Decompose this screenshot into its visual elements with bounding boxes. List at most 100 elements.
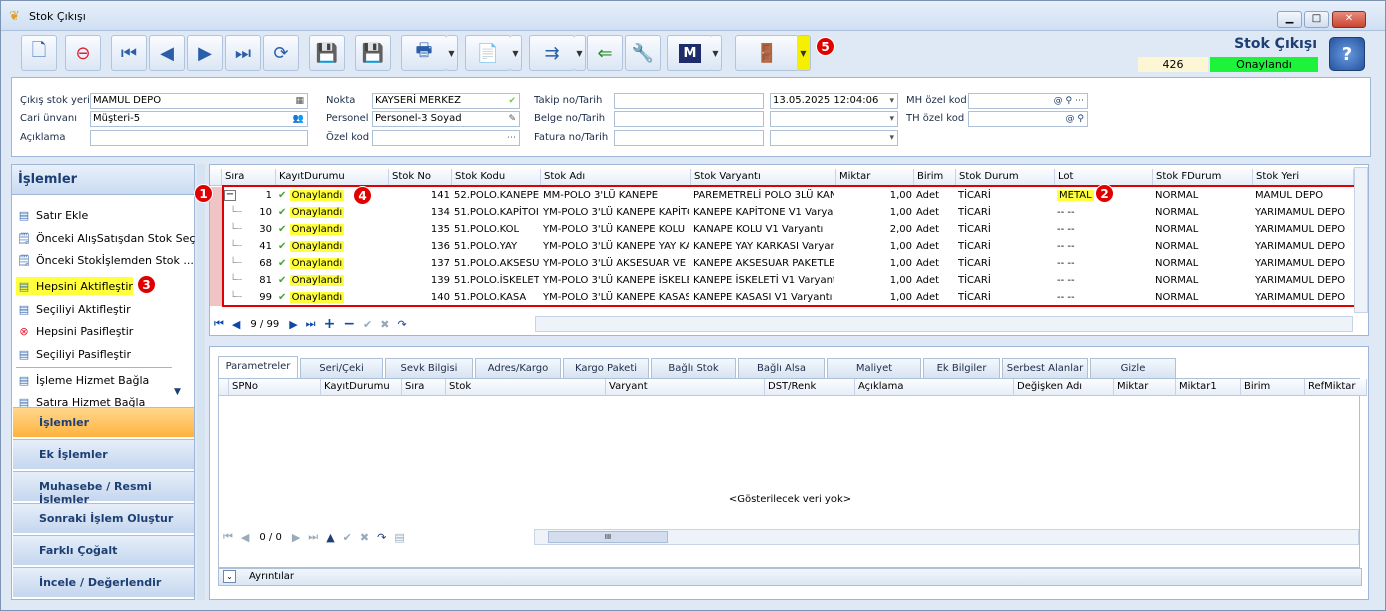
nav-islemler-button[interactable]: İşlemler [13,407,194,437]
tab-adres-kargo[interactable]: Adres/Kargo [475,358,561,378]
redo-icon[interactable]: ↷ [397,318,406,331]
chevron-down-icon[interactable]: ▾ [889,131,894,145]
detail-column-header[interactable]: Miktar [1114,379,1176,396]
fatura-no-field[interactable] [614,130,764,146]
first-record-button[interactable]: ⏮ [111,35,147,71]
panel-item-hepsini-pasiflestir[interactable]: ⊗ Hepsini Pasifleştir [16,322,133,340]
column-header[interactable]: Stok Yeri [1253,169,1354,186]
details-footer[interactable]: ⌄ Ayrıntılar [218,568,1362,586]
grid-vertical-scrollbar[interactable] [1354,167,1368,313]
close-button[interactable]: ✕ [1332,11,1366,28]
export-pdf-button[interactable]: 📄 [465,35,511,71]
at-icon[interactable]: @ ⚲ ⋯ [1054,94,1084,108]
column-header[interactable]: Miktar [836,169,914,186]
next-page-icon[interactable]: ▶ [292,531,300,544]
scroll-thumb[interactable]: III [548,531,668,543]
cancel-icon[interactable]: ✖ [360,531,369,544]
column-header[interactable]: KayıtDurumu [276,169,389,186]
confirm-icon[interactable]: ✔ [343,531,352,544]
nokta-field[interactable]: KAYSERİ MERKEZ ✔ [372,93,520,109]
mh-ozel-kod-field[interactable]: @ ⚲ ⋯ [968,93,1088,109]
transfer-button[interactable]: ⇉ [529,35,575,71]
detail-column-header[interactable]: Stok [446,379,606,396]
last-record-button[interactable]: ⏭ [225,35,261,71]
tab-ek-bilgiler[interactable]: Ek Bilgiler [923,358,1000,378]
ellipsis-icon[interactable]: ⋯ [507,131,516,145]
people-icon[interactable]: 👥 [293,112,304,126]
column-header[interactable]: Stok No [389,169,452,186]
column-header[interactable]: Sıra [222,169,276,186]
detail-column-header[interactable]: RefMiktar [1305,379,1367,396]
column-header[interactable]: Stok FDurum [1153,169,1253,186]
detail-column-header[interactable]: Miktar1 [1176,379,1241,396]
cikis-stok-yeri-field[interactable]: MAMUL DEPO ▦ [90,93,308,109]
m-dropdown[interactable]: ▼ [710,35,722,71]
maximize-button[interactable]: □ [1304,11,1329,28]
tab-parametreler[interactable]: Parametreler [218,356,298,378]
cari-unvani-field[interactable]: Müşteri-5 👥 [90,111,308,127]
nav-incele-button[interactable]: İncele / Değerlendir [13,567,194,597]
export-pdf-dropdown[interactable]: ▼ [510,35,522,71]
add-row-icon[interactable]: + [324,316,336,332]
column-header[interactable]: Birim [914,169,956,186]
previous-record-button[interactable]: ◀ [149,35,185,71]
delete-document-button[interactable]: ⊖ [65,35,101,71]
first-page-icon[interactable]: ⏮ [214,317,224,331]
column-header[interactable]: Stok Kodu [452,169,541,186]
check-icon[interactable]: ✔ [508,94,516,108]
panel-item-satir-ekle[interactable]: ▤ Satır Ekle [16,206,88,224]
takip-no-field[interactable] [614,93,764,109]
detail-column-header[interactable]: Değişken Adı [1014,379,1114,396]
tab-maliyet[interactable]: Maliyet [827,358,921,378]
takip-tarih-field[interactable]: 13.05.2025 12:04:06 ▾ [770,93,898,109]
move-up-icon[interactable]: ▲ [326,531,334,544]
next-page-icon[interactable]: ▶ [289,318,297,331]
nav-muhasebe-button[interactable]: Muhasebe / Resmi İşlemler [13,471,194,506]
detail-column-header[interactable]: Birim [1241,379,1305,396]
ozel-kod-field[interactable]: ⋯ [372,130,520,146]
tools-button[interactable]: 🔧 [625,35,661,71]
confirm-icon[interactable]: ✔ [363,318,372,331]
prev-page-icon[interactable]: ◀ [232,318,240,331]
lookup-icon[interactable]: ▦ [295,94,304,108]
next-record-button[interactable]: ▶ [187,35,223,71]
prev-page-icon[interactable]: ◀ [241,531,249,544]
panel-item-isleme-hizmet-bagla[interactable]: ▤ İşleme Hizmet Bağla [16,371,149,389]
detail-horizontal-scrollbar[interactable]: III [534,529,1359,545]
at-icon[interactable]: @ ⚲ [1066,112,1084,126]
panel-item-seciliyi-pasiflestir[interactable]: ▤ Seçiliyi Pasifleştir [16,345,131,363]
detail-column-header[interactable]: Açıklama [855,379,1014,396]
panel-item-hepsini-aktiflestir[interactable]: ▤ Hepsini Aktifleştir [16,277,133,295]
exit-button[interactable]: 🚪 [735,35,799,71]
th-ozel-kod-field[interactable]: @ ⚲ [968,111,1088,127]
refresh-button[interactable]: ⟳ [263,35,299,71]
nav-farkli-cogalt-button[interactable]: Farklı Çoğalt [13,535,194,565]
panel-scroll-down-icon[interactable]: ▼ [174,387,181,397]
detail-column-header[interactable]: Sıra [402,379,446,396]
fatura-tarih-field[interactable]: ▾ [770,130,898,146]
personel-field[interactable]: Personel-3 Soyad ✎ [372,111,520,127]
edit-icon[interactable]: ✎ [508,112,516,126]
belge-no-field[interactable] [614,111,764,127]
m-button[interactable]: M [667,35,713,71]
tab-serbest-alanlar[interactable]: Serbest Alanlar [1002,358,1088,378]
save-approve-button[interactable]: 💾 [309,35,345,71]
minimize-button[interactable]: ▁ [1277,11,1302,28]
splitter[interactable] [197,164,205,600]
nav-ek-islemler-button[interactable]: Ek İşlemler [13,439,194,469]
last-page-icon[interactable]: ⏭ [306,317,316,331]
column-header[interactable]: Stok Durum [956,169,1055,186]
cancel-icon[interactable]: ✖ [380,318,389,331]
print-button[interactable]: 🖶 [401,35,447,71]
tab-ba-l-stok[interactable]: Bağlı Stok [651,358,736,378]
panel-item-seciliyi-aktiflestir[interactable]: ▤ Seçiliyi Aktifleştir [16,300,131,318]
print-dropdown[interactable]: ▼ [446,35,458,71]
expand-icon[interactable]: ⌄ [223,570,236,583]
chevron-down-icon[interactable]: ▾ [889,112,894,126]
new-document-button[interactable]: 🗋 [21,35,57,71]
save-cancel-button[interactable]: 💾 [355,35,391,71]
transfer-dropdown[interactable]: ▼ [574,35,586,71]
grid-settings-icon[interactable]: ▤ [394,531,404,544]
exit-dropdown[interactable]: ▼ [797,35,811,71]
detail-column-header[interactable]: KayıtDurumu [321,379,402,396]
